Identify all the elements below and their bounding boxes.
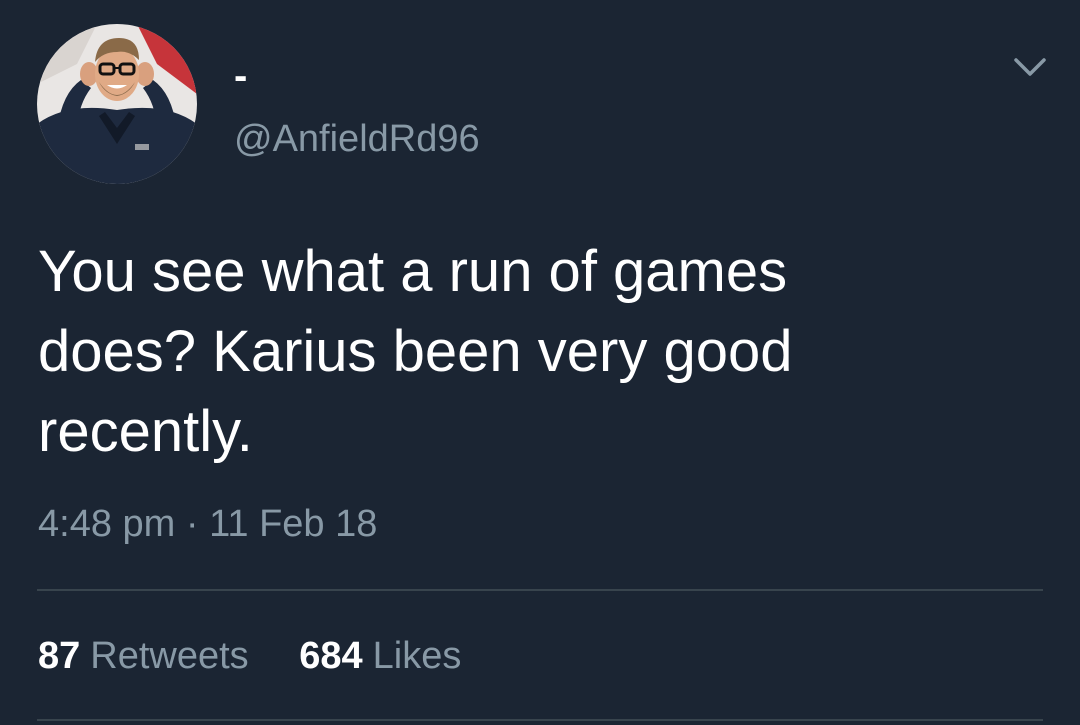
tweet-timestamp[interactable]: 4:48 pm · 11 Feb 18 (38, 500, 377, 548)
tweet-text-line: You see what a run of games (38, 239, 788, 304)
retweets-stat[interactable]: 87 Retweets (38, 632, 249, 680)
divider (37, 589, 1043, 591)
tweet-text-line: recently. (38, 399, 253, 464)
tweet-text-line: does? Karius been very good (38, 319, 793, 384)
avatar[interactable] (37, 24, 197, 184)
user-handle[interactable]: @AnfieldRd96 (234, 116, 480, 162)
retweets-label: Retweets (90, 635, 249, 677)
tweet-card: - @AnfieldRd96 You see what a run of gam… (0, 0, 1080, 725)
retweets-count: 87 (38, 635, 81, 677)
avatar-image (37, 24, 197, 184)
likes-label: Likes (372, 635, 462, 677)
tweet-text: You see what a run of games does? Karius… (38, 232, 1038, 472)
likes-stat[interactable]: 684 Likes (299, 632, 461, 680)
display-name[interactable]: - (234, 52, 247, 100)
chevron-down-icon[interactable] (1006, 48, 1054, 88)
likes-count: 684 (299, 635, 363, 677)
divider (37, 719, 1043, 721)
tweet-stats: 87 Retweets 684 Likes (38, 632, 461, 680)
